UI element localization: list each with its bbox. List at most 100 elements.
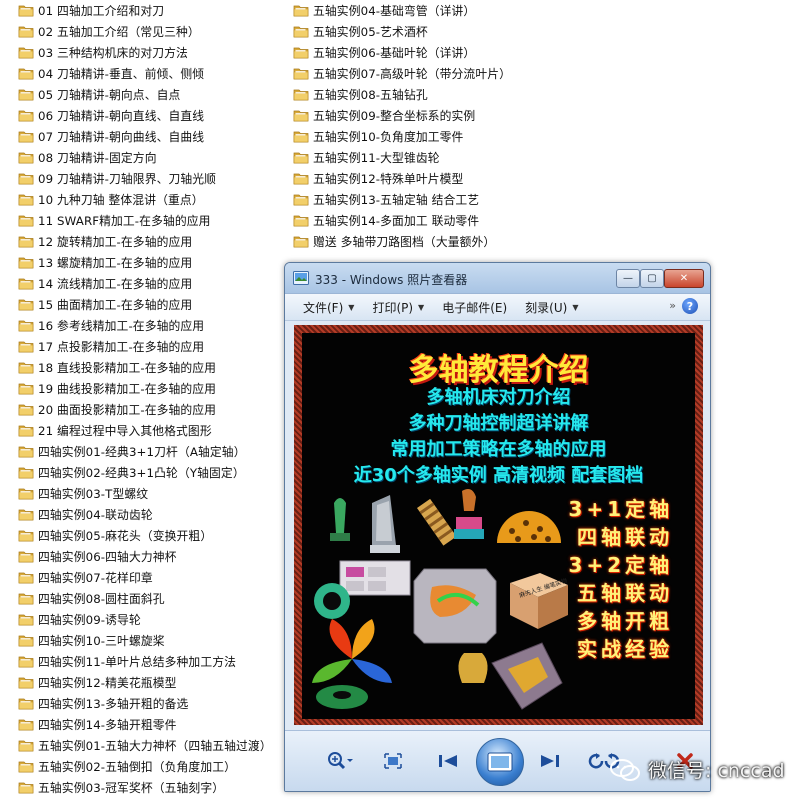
folder-label: 五轴实例11-大型锥齿轮 — [313, 151, 440, 165]
folder-item[interactable]: 五轴实例08-五轴钻孔 — [293, 84, 533, 105]
folder-item[interactable]: 四轴实例02-经典3+1凸轮（Y轴固定） — [18, 462, 288, 483]
folder-item[interactable]: 09 刀轴精讲-刀轴限界、刀轴光顺 — [18, 168, 288, 189]
slideshow-button[interactable] — [476, 738, 524, 786]
folder-item[interactable]: 五轴实例05-艺术酒杯 — [293, 21, 533, 42]
folder-label: 五轴实例04-基础弯管（详讲） — [313, 4, 476, 18]
folder-icon — [18, 508, 34, 521]
folder-icon — [18, 256, 34, 269]
zoom-button[interactable] — [323, 749, 357, 773]
folder-icon — [293, 109, 309, 122]
next-icon — [541, 755, 559, 767]
folder-item[interactable]: 11 SWARF精加工-在多轴的应用 — [18, 210, 288, 231]
folder-icon — [18, 88, 34, 101]
folder-label: 四轴实例06-四轴大力神杯 — [38, 550, 177, 564]
maximize-button[interactable]: ▢ — [640, 269, 664, 288]
folder-icon — [18, 46, 34, 59]
folder-item[interactable]: 四轴实例09-诱导轮 — [18, 609, 288, 630]
title-bar[interactable]: 333 - Windows 照片查看器 — ▢ ✕ — [285, 263, 710, 294]
folder-item[interactable]: 01 四轴加工介绍和对刀 — [18, 0, 288, 21]
folder-icon — [18, 319, 34, 332]
menu-overflow-button[interactable]: » — [669, 299, 676, 312]
folder-label: 五轴实例02-五轴倒扣（负角度加工） — [38, 760, 237, 774]
menu-burn[interactable]: 刻录(U) ▼ — [525, 299, 578, 316]
folder-item[interactable]: 四轴实例04-联动齿轮 — [18, 504, 288, 525]
folder-item[interactable]: 四轴实例08-圆柱面斜孔 — [18, 588, 288, 609]
folder-item[interactable]: 04 刀轴精讲-垂直、前倾、侧倾 — [18, 63, 288, 84]
folder-item[interactable]: 05 刀轴精讲-朝向点、自点 — [18, 84, 288, 105]
folder-item[interactable]: 四轴实例07-花样印章 — [18, 567, 288, 588]
folder-label: 21 编程过程中导入其他格式图形 — [38, 424, 212, 438]
menu-email[interactable]: 电子邮件(E) — [442, 299, 507, 316]
folder-icon — [18, 655, 34, 668]
folder-item[interactable]: 16 参考线精加工-在多轴的应用 — [18, 315, 288, 336]
folder-item[interactable]: 四轴实例14-多轴开粗零件 — [18, 714, 288, 735]
folder-item[interactable]: 赠送 多轴带刀路图档（大量额外） — [293, 231, 533, 252]
folder-item[interactable]: 四轴实例11-单叶片总结多种加工方法 — [18, 651, 288, 672]
folder-label: 四轴实例14-多轴开粗零件 — [38, 718, 177, 732]
folder-item[interactable]: 13 螺旋精加工-在多轴的应用 — [18, 252, 288, 273]
folder-item[interactable]: 四轴实例12-精美花瓶模型 — [18, 672, 288, 693]
folder-list-left: 01 四轴加工介绍和对刀 02 五轴加工介绍（常见三种） 03 三种结构机床的对刀方… — [18, 0, 288, 798]
previous-button[interactable] — [433, 749, 463, 773]
folder-item[interactable]: 五轴实例01-五轴大力神杯（四轴五轴过渡） — [18, 735, 288, 756]
photo-viewer-app-icon — [293, 271, 309, 285]
folder-item[interactable]: 五轴实例12-特殊单叶片模型 — [293, 168, 533, 189]
menu-file[interactable]: 文件(F) ▼ — [303, 299, 354, 316]
actual-size-button[interactable] — [380, 749, 406, 773]
folder-item[interactable]: 15 曲面精加工-在多轴的应用 — [18, 294, 288, 315]
folder-item[interactable]: 20 曲面投影精加工-在多轴的应用 — [18, 399, 288, 420]
folder-item[interactable]: 五轴实例11-大型锥齿轮 — [293, 147, 533, 168]
folder-icon — [18, 550, 34, 563]
folder-item[interactable]: 四轴实例13-多轴开粗的备选 — [18, 693, 288, 714]
folder-item[interactable]: 五轴实例14-多面加工 联动零件 — [293, 210, 533, 231]
folder-icon — [18, 403, 34, 416]
folder-item[interactable]: 06 刀轴精讲-朝向直线、自直线 — [18, 105, 288, 126]
folder-item[interactable]: 21 编程过程中导入其他格式图形 — [18, 420, 288, 441]
folder-item[interactable]: 五轴实例13-五轴定轴 结合工艺 — [293, 189, 533, 210]
folder-item[interactable]: 03 三种结构机床的对刀方法 — [18, 42, 288, 63]
folder-label: 四轴实例10-三叶螺旋桨 — [38, 634, 165, 648]
folder-item[interactable]: 四轴实例03-T型螺纹 — [18, 483, 288, 504]
next-button[interactable] — [535, 749, 565, 773]
folder-item[interactable]: 五轴实例09-整合坐标系的实例 — [293, 105, 533, 126]
chevron-down-icon: ▼ — [418, 302, 425, 312]
folder-icon — [18, 760, 34, 773]
folder-item[interactable]: 14 流线精加工-在多轴的应用 — [18, 273, 288, 294]
wechat-icon — [610, 758, 640, 781]
folder-icon — [18, 382, 34, 395]
folder-label: 五轴实例10-负角度加工零件 — [313, 130, 464, 144]
folder-item[interactable]: 五轴实例10-负角度加工零件 — [293, 126, 533, 147]
help-icon[interactable]: ? — [682, 298, 698, 314]
folder-label: 五轴实例07-高级叶轮（带分流叶片） — [313, 67, 512, 81]
folder-item[interactable]: 四轴实例06-四轴大力神杯 — [18, 546, 288, 567]
folder-item[interactable]: 五轴实例04-基础弯管（详讲） — [293, 0, 533, 21]
folder-item[interactable]: 07 刀轴精讲-朝向曲线、自曲线 — [18, 126, 288, 147]
folder-item[interactable]: 18 直线投影精加工-在多轴的应用 — [18, 357, 288, 378]
minimize-button[interactable]: — — [616, 269, 640, 288]
folder-item[interactable]: 12 旋转精加工-在多轴的应用 — [18, 231, 288, 252]
folder-item[interactable]: 五轴实例06-基础叶轮（详讲） — [293, 42, 533, 63]
folder-item[interactable]: 17 点投影精加工-在多轴的应用 — [18, 336, 288, 357]
folder-item[interactable]: 四轴实例01-经典3+1刀杆（A轴定轴） — [18, 441, 288, 462]
folder-item[interactable]: 02 五轴加工介绍（常见三种） — [18, 21, 288, 42]
folder-item[interactable]: 10 九种刀轴 整体混讲（重点） — [18, 189, 288, 210]
poster-line: 多轴机床对刀介绍 — [426, 387, 571, 408]
folder-icon — [18, 676, 34, 689]
folder-icon — [18, 361, 34, 374]
folder-item[interactable]: 五轴实例07-高级叶轮（带分流叶片） — [293, 63, 533, 84]
previous-icon — [439, 755, 457, 767]
chevron-down-icon: ▼ — [348, 302, 355, 312]
folder-item[interactable]: 四轴实例10-三叶螺旋桨 — [18, 630, 288, 651]
poster-feature: 四轴联动 — [577, 525, 673, 549]
close-button[interactable]: ✕ — [664, 269, 704, 288]
poster-feature: 3+1定轴 — [568, 497, 673, 521]
folder-item[interactable]: 五轴实例02-五轴倒扣（负角度加工） — [18, 756, 288, 777]
folder-item[interactable]: 五轴实例03-冠军奖杯（五轴刻字） — [18, 777, 288, 798]
menu-print[interactable]: 打印(P) ▼ — [372, 299, 424, 316]
folder-label: 五轴实例12-特殊单叶片模型 — [313, 172, 464, 186]
folder-item[interactable]: 08 刀轴精讲-固定方向 — [18, 147, 288, 168]
folder-item[interactable]: 四轴实例05-麻花头（变换开粗） — [18, 525, 288, 546]
folder-list-right: 五轴实例04-基础弯管（详讲） 五轴实例05-艺术酒杯 五轴实例06-基础叶轮（详讲… — [293, 0, 533, 252]
folder-item[interactable]: 19 曲线投影精加工-在多轴的应用 — [18, 378, 288, 399]
folder-label: 四轴实例02-经典3+1凸轮（Y轴固定） — [38, 466, 245, 480]
